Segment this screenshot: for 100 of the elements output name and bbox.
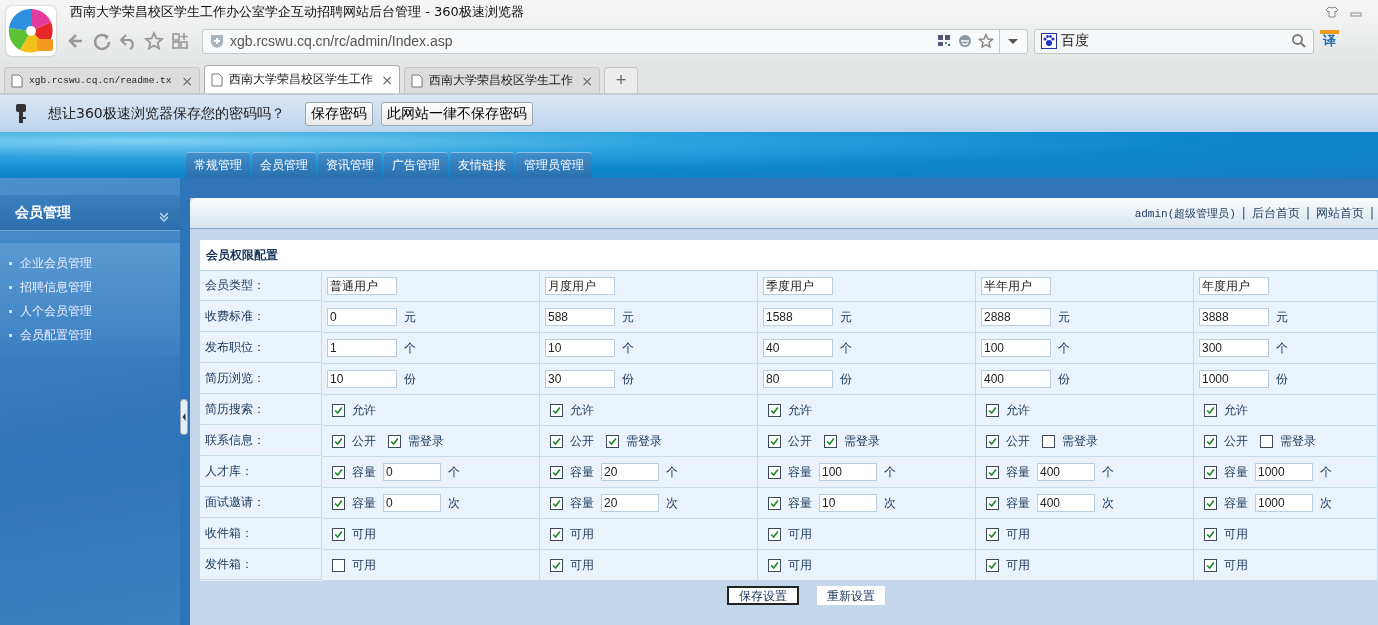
checkbox-label: 可用	[788, 525, 812, 543]
password-button[interactable]: 此网站一律不保存密码	[380, 101, 533, 126]
search-icon[interactable]	[1291, 33, 1307, 49]
checkbox[interactable]	[1204, 403, 1217, 417]
checkbox[interactable]	[1260, 434, 1273, 448]
text-field[interactable]: 半年用户	[981, 277, 1051, 295]
collapse-icon[interactable]	[158, 210, 170, 223]
checkbox[interactable]	[1042, 434, 1055, 448]
browser-tab[interactable]: 西南大学荣昌校区学生工作 ×	[404, 67, 600, 93]
checkbox[interactable]	[768, 496, 781, 510]
checkbox[interactable]	[550, 434, 563, 448]
capacity-field[interactable]: 100	[819, 463, 877, 481]
checkbox-label: 公开	[1006, 432, 1030, 450]
checkbox[interactable]	[332, 558, 345, 572]
capacity-field[interactable]: 10	[819, 494, 877, 512]
checkbox[interactable]	[388, 434, 401, 448]
checkbox[interactable]	[550, 527, 563, 541]
checkbox[interactable]	[332, 434, 345, 448]
text-field[interactable]: 季度用户	[763, 277, 833, 295]
browser-logo-icon[interactable]	[6, 6, 56, 56]
checkbox[interactable]	[550, 496, 563, 510]
checkbox[interactable]	[986, 496, 999, 510]
collapse-handle-icon[interactable]	[180, 398, 188, 435]
checkbox[interactable]	[1204, 465, 1217, 479]
reset-button[interactable]: 重新设置	[817, 586, 885, 605]
text-field[interactable]: 1000	[1199, 370, 1269, 388]
checkbox[interactable]	[332, 527, 345, 541]
text-field[interactable]: 10	[545, 339, 615, 357]
top-link[interactable]: 后台首页	[1251, 204, 1300, 222]
checkbox[interactable]	[1204, 434, 1217, 448]
nav-tab[interactable]: 资讯管理	[318, 152, 382, 178]
text-field[interactable]: 80	[763, 370, 833, 388]
text-field[interactable]: 1588	[763, 308, 833, 326]
nav-tab[interactable]: 常规管理	[186, 152, 250, 178]
text-field[interactable]: 0	[327, 308, 397, 326]
capacity-field[interactable]: 400	[1037, 494, 1095, 512]
text-field[interactable]: 10	[327, 370, 397, 388]
text-field[interactable]: 588	[545, 308, 615, 326]
text-field[interactable]: 30	[545, 370, 615, 388]
nav-tab[interactable]: 会员管理	[252, 152, 316, 178]
text-field[interactable]: 月度用户	[545, 277, 615, 295]
checkbox[interactable]	[986, 527, 999, 541]
text-field[interactable]: 40	[763, 339, 833, 357]
checkbox[interactable]	[768, 434, 781, 448]
checkbox[interactable]	[550, 558, 563, 572]
text-field[interactable]: 1	[327, 339, 397, 357]
checkbox[interactable]	[606, 434, 619, 448]
star-icon[interactable]	[144, 31, 164, 51]
checkbox[interactable]	[986, 403, 999, 417]
shirt-icon[interactable]	[1324, 4, 1340, 20]
top-link[interactable]: 网站首页	[1315, 204, 1364, 222]
paw-icon[interactable]	[1041, 33, 1057, 49]
checkbox[interactable]	[986, 465, 999, 479]
capacity-field[interactable]: 1000	[1255, 463, 1313, 481]
checkbox[interactable]	[986, 558, 999, 572]
checkbox[interactable]	[768, 558, 781, 572]
star-icon[interactable]	[978, 33, 994, 49]
checkbox-label: 需登录	[1280, 432, 1316, 450]
tab-close-button[interactable]: ×	[581, 72, 593, 89]
new-tab-button[interactable]: +	[604, 67, 638, 93]
capacity-field[interactable]: 20	[601, 463, 659, 481]
text-field[interactable]: 400	[981, 370, 1051, 388]
qr-code-icon[interactable]	[936, 33, 952, 49]
checkbox[interactable]	[332, 496, 345, 510]
capacity-field[interactable]: 0	[383, 463, 441, 481]
text-field[interactable]: 年度用户	[1199, 277, 1269, 295]
checkbox[interactable]	[1204, 496, 1217, 510]
text-field[interactable]: 100	[981, 339, 1051, 357]
browser-tab[interactable]: 西南大学荣昌校区学生工作 ×	[204, 65, 400, 93]
checkbox[interactable]	[768, 527, 781, 541]
password-button[interactable]: 保存密码	[304, 101, 373, 126]
nav-tab[interactable]: 广告管理	[384, 152, 448, 178]
capacity-field[interactable]: 400	[1037, 463, 1095, 481]
row-label: 发件箱：	[200, 550, 322, 580]
checkbox[interactable]	[986, 434, 999, 448]
nav-tab[interactable]: 友情链接	[450, 152, 514, 178]
text-field[interactable]: 2888	[981, 308, 1051, 326]
save-button[interactable]: 保存设置	[727, 586, 799, 605]
checkbox[interactable]	[332, 465, 345, 479]
checkbox[interactable]	[550, 465, 563, 479]
search-field[interactable]: 百度	[1034, 28, 1314, 54]
capacity-field[interactable]: 0	[383, 494, 441, 512]
checkbox[interactable]	[332, 403, 345, 417]
text-field[interactable]: 300	[1199, 339, 1269, 357]
sidebar-link[interactable]: 会员配置管理	[20, 326, 92, 344]
browser-tab[interactable]: xgb.rcswu.cq.cn/readme.tx ×	[4, 67, 200, 93]
nav-tab[interactable]: 管理员管理	[516, 152, 592, 178]
checkbox[interactable]	[1204, 527, 1217, 541]
tab-close-button[interactable]: ×	[181, 72, 193, 89]
capacity-field[interactable]: 1000	[1255, 494, 1313, 512]
text-field[interactable]: 3888	[1199, 308, 1269, 326]
checkbox[interactable]	[768, 403, 781, 417]
checkbox[interactable]	[1204, 558, 1217, 572]
checkbox[interactable]	[768, 465, 781, 479]
checkbox[interactable]	[824, 434, 837, 448]
address-bar[interactable]: xgb.rcswu.cq.cn/rc/admin/Index.asp	[202, 28, 1028, 54]
tab-close-button[interactable]: ×	[381, 71, 393, 88]
checkbox[interactable]	[550, 403, 563, 417]
text-field[interactable]: 普通用户	[327, 277, 397, 295]
capacity-field[interactable]: 20	[601, 494, 659, 512]
